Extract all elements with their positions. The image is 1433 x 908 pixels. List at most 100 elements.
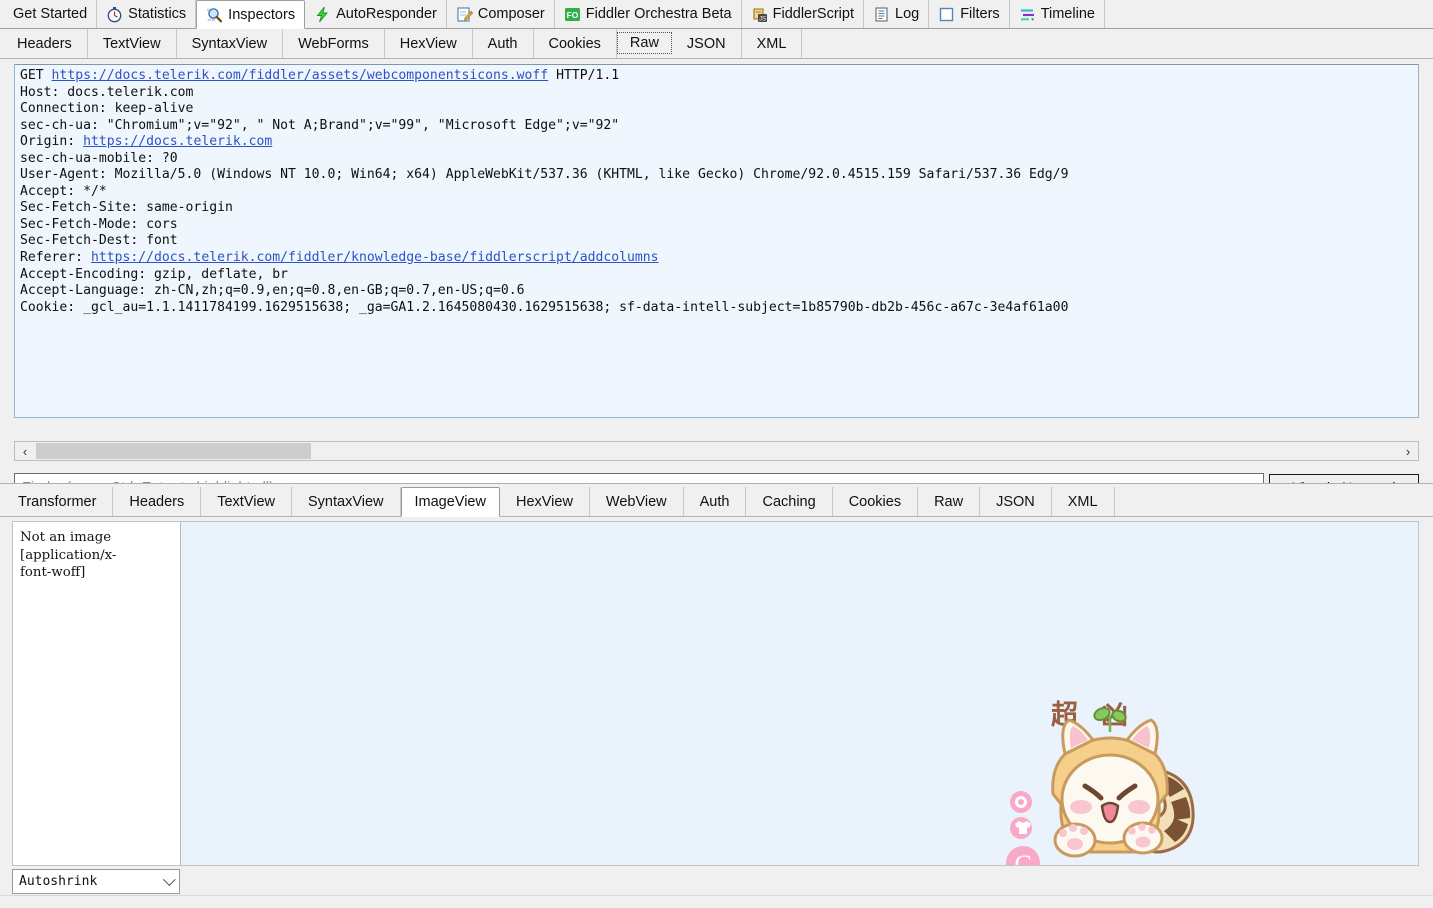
notepad-pencil-icon [456,6,473,23]
main-tab-label: Filters [960,6,1000,22]
not-an-image-panel: Not an image [application/x- font-woff] [13,522,181,865]
raw-line: Cookie: _gcl_au=1.1.1411784199.162951563… [20,299,1069,315]
raw-link[interactable]: https://docs.telerik.com [83,134,272,149]
main-tab-label: Get Started [13,6,88,22]
request-tab-strip: Headers TextView SyntaxView WebForms Hex… [0,29,1433,59]
raw-line: Accept-Language: zh-CN,zh;q=0.9,en;q=0.8… [20,283,525,299]
main-tab-label: Log [895,6,920,22]
scroll-left-arrow-icon[interactable]: ‹ [15,442,35,460]
main-tab-label: AutoResponder [336,6,437,22]
response-tab-syntaxview[interactable]: SyntaxView [292,487,401,516]
tab-fiddler-orchestra-beta[interactable]: FO Fiddler Orchestra Beta [554,0,742,28]
c-badge-icon: C [1006,846,1040,866]
c-badge-letter: C [1014,850,1031,866]
raw-line: GET https://docs.telerik.com/fiddler/ass… [20,68,620,83]
raw-line: Referer: https://docs.telerik.com/fiddle… [20,250,659,266]
scroll-right-arrow-icon[interactable]: › [1398,442,1418,460]
filter-square-icon [938,6,955,23]
autoshrink-value: Autoshrink [19,874,98,889]
response-tab-imageview[interactable]: ImageView [400,487,500,517]
response-tab-label: HexView [515,493,573,510]
request-tab-label: SyntaxView [191,35,268,52]
main-tab-label: Fiddler Orchestra Beta [585,6,732,22]
response-tab-headers[interactable]: Headers [113,487,202,516]
response-tab-label: SyntaxView [308,493,384,510]
autoshrink-dropdown[interactable]: Autoshrink [12,869,180,894]
request-tab-webforms[interactable]: WebForms [283,29,385,58]
scrollbar-thumb[interactable] [36,443,311,459]
request-tab-label: XML [756,35,787,52]
response-tab-transformer[interactable]: Transformer [2,487,114,516]
request-horizontal-scrollbar[interactable]: ‹ › [14,441,1419,461]
request-tab-textview[interactable]: TextView [88,29,177,58]
request-tab-json[interactable]: JSON [672,29,742,58]
chevron-down-icon [162,872,176,886]
response-inspector-pane: Transformer Headers TextView SyntaxView … [0,483,1433,908]
response-tab-hexview[interactable]: HexView [500,487,590,516]
response-tab-textview[interactable]: TextView [201,487,292,516]
raw-line: sec-ch-ua-mobile: ?0 [20,150,178,166]
request-raw-textarea[interactable]: GET https://docs.telerik.com/fiddler/ass… [14,64,1419,418]
raccoon-sticker-image: 超 凶 [1003,522,1223,865]
response-tab-label: Cookies [848,493,902,510]
request-tab-cookies[interactable]: Cookies [534,29,617,58]
log-lines-icon [873,6,890,23]
tab-timeline[interactable]: Timeline [1009,0,1105,28]
raw-line: Sec-Fetch-Dest: font [20,233,178,249]
main-tab-strip: Get Started Statistics 0101 1010 Inspect… [0,0,1433,29]
request-tab-label: Raw [629,35,659,51]
main-tab-label: Timeline [1040,6,1095,22]
raw-line: Accept: */* [20,183,107,199]
lightning-icon [314,6,331,23]
raw-line: Host: docs.telerik.com [20,84,194,100]
response-tab-label: Transformer [18,493,97,510]
svg-text:JS: JS [759,16,766,22]
request-tab-auth[interactable]: Auth [473,29,534,58]
raw-line: Connection: keep-alive [20,101,194,117]
request-tab-hexview[interactable]: HexView [385,29,473,58]
response-tab-label: ImageView [414,494,486,510]
magnifier-icon: 0101 1010 [206,6,223,23]
tab-get-started[interactable]: Get Started [4,0,98,28]
response-tab-webview[interactable]: WebView [590,487,684,516]
request-tab-syntaxview[interactable]: SyntaxView [177,29,284,58]
tab-fiddlerscript[interactable]: JS FiddlerScript [741,0,864,28]
response-tab-raw[interactable]: Raw [918,487,981,516]
request-tab-label: WebForms [298,35,369,52]
request-tab-label: Auth [487,35,518,52]
main-tab-label: Composer [477,6,545,22]
response-tab-label: TextView [217,493,275,510]
tab-statistics[interactable]: Statistics [97,0,197,28]
response-tab-label: Headers [129,493,185,510]
response-tab-cookies[interactable]: Cookies [833,487,919,516]
main-tab-label: Statistics [128,6,187,22]
tab-autoresponder[interactable]: AutoResponder [305,0,447,28]
request-tab-xml[interactable]: XML [742,29,803,58]
response-tab-json[interactable]: JSON [980,487,1052,516]
response-tab-xml[interactable]: XML [1052,487,1115,516]
request-tab-headers[interactable]: Headers [2,29,88,58]
tab-filters[interactable]: Filters [929,0,1010,28]
response-tab-label: Caching [762,493,816,510]
response-tab-strip: Transformer Headers TextView SyntaxView … [0,487,1433,517]
main-tab-label: Inspectors [228,6,296,23]
raw-link[interactable]: https://docs.telerik.com/fiddler/assets/… [52,68,549,83]
status-strip [0,895,1433,908]
raw-link[interactable]: https://docs.telerik.com/fiddler/knowled… [91,250,659,265]
tab-composer[interactable]: Composer [446,0,555,28]
response-tab-auth[interactable]: Auth [684,487,747,516]
raw-line: Origin: https://docs.telerik.com [20,134,273,150]
raw-line: Sec-Fetch-Site: same-origin [20,200,233,216]
image-view-panel[interactable]: Not an image [application/x- font-woff] … [12,521,1419,866]
request-tab-raw[interactable]: Raw [616,32,672,54]
tab-log[interactable]: Log [864,0,930,28]
request-inspector-pane: Headers TextView SyntaxView WebForms Hex… [0,29,1433,503]
response-tab-label: XML [1067,493,1098,510]
response-tab-caching[interactable]: Caching [746,487,833,516]
raw-line: Sec-Fetch-Mode: cors [20,216,178,232]
timeline-bars-icon [1019,6,1036,23]
raw-line: User-Agent: Mozilla/5.0 (Windows NT 10.0… [20,167,1069,183]
response-tab-label: JSON [996,493,1035,510]
request-tab-label: Headers [17,35,72,52]
tab-inspectors[interactable]: 0101 1010 Inspectors [196,0,306,29]
